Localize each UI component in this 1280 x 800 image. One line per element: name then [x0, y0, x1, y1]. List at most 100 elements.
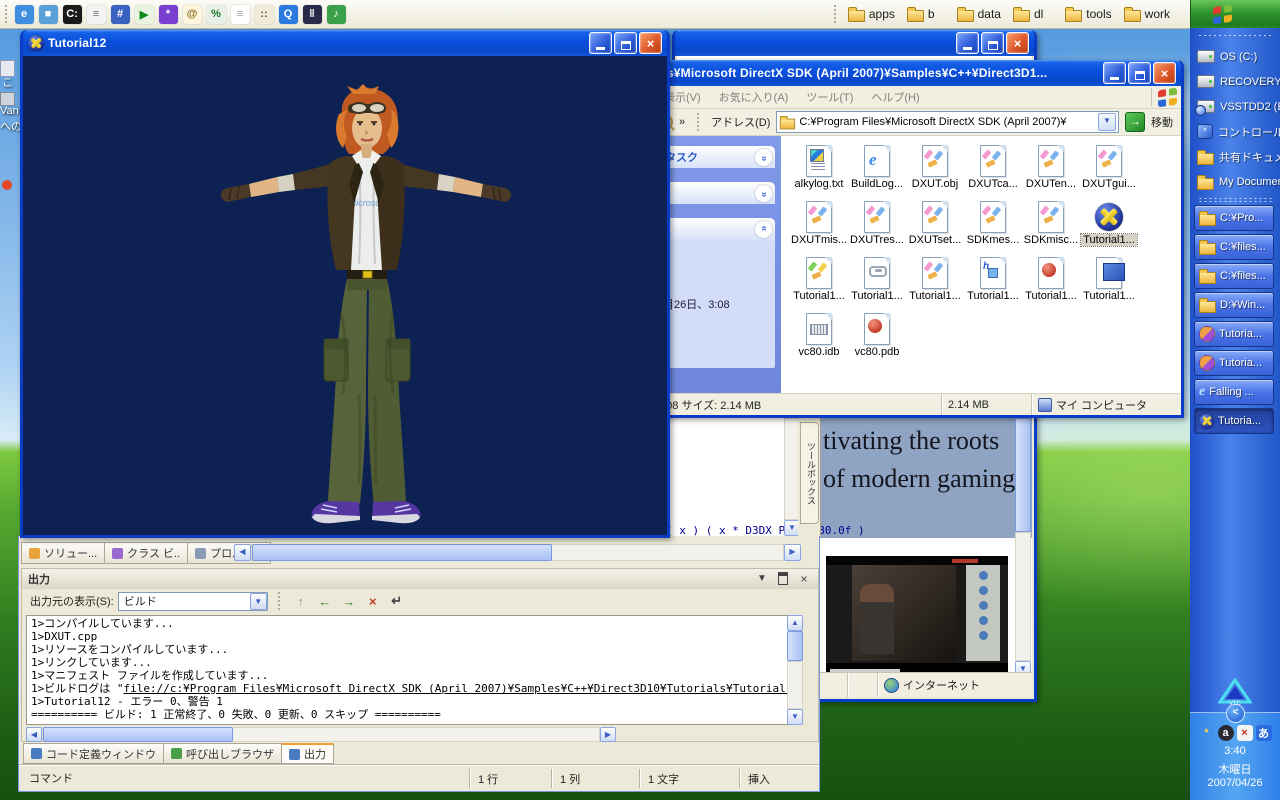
- scrollbar-thumb[interactable]: [1015, 418, 1031, 532]
- folder-shortcut-tools[interactable]: tools: [1065, 6, 1111, 22]
- command-prompt-icon[interactable]: C:: [63, 5, 82, 24]
- scroll-up-button[interactable]: ▲: [787, 615, 803, 631]
- expand-chevron-icon[interactable]: »: [755, 221, 772, 238]
- close-panel-icon[interactable]: ×: [796, 572, 812, 586]
- file-item[interactable]: DXUTen...: [1023, 144, 1079, 200]
- scroll-left-button[interactable]: ◀: [26, 727, 42, 742]
- output-panel-header[interactable]: 出力 ▼ ×: [22, 569, 818, 589]
- taskbar-gripper[interactable]: [1198, 33, 1272, 38]
- tasks-section-header[interactable]: タスク »: [657, 146, 775, 168]
- address-dropdown-icon[interactable]: ▼: [1098, 113, 1116, 131]
- menu-item[interactable]: ツール(T): [806, 89, 853, 105]
- file-item[interactable]: SDKmisc...: [1023, 200, 1079, 256]
- build-log-link[interactable]: file://c:¥Program Files¥Microsoft Direct…: [124, 682, 803, 695]
- browser-maximize-button[interactable]: [981, 32, 1004, 54]
- file-item[interactable]: DXUTmis...: [791, 200, 847, 256]
- tutorial12-maximize-button[interactable]: [614, 32, 637, 54]
- mail-compose-icon[interactable]: @: [183, 5, 202, 24]
- file-item[interactable]: DXUTres...: [849, 200, 905, 256]
- taskbar-shortcut[interactable]: VSSTDD2 (E: [1190, 94, 1280, 119]
- document-icon[interactable]: ≡: [231, 5, 250, 24]
- installer-icon[interactable]: ::: [255, 5, 274, 24]
- browser-titlebar[interactable]: ×: [675, 30, 1034, 56]
- quicktime-icon[interactable]: Q: [279, 5, 298, 24]
- go-button[interactable]: →: [1125, 112, 1145, 132]
- clear-all-icon[interactable]: ×: [362, 591, 384, 612]
- task-grid-icon[interactable]: #: [111, 5, 130, 24]
- vtc-tray-icon[interactable]: VTC: [1218, 678, 1252, 706]
- task-button[interactable]: Tutoria...: [1194, 408, 1274, 434]
- scrollbar-thumb[interactable]: [252, 544, 552, 561]
- taskbar-shortcut[interactable]: 共有ドキュメン: [1190, 144, 1280, 169]
- taskbar-shortcut[interactable]: My Documen: [1190, 169, 1280, 194]
- output-horizontal-scrollbar[interactable]: ◀ ▶: [26, 727, 616, 742]
- window-position-icon[interactable]: ▼: [754, 572, 770, 586]
- output-vertical-scrollbar[interactable]: ▲ ▼: [787, 615, 804, 725]
- task-button[interactable]: Tutoria...: [1194, 321, 1274, 347]
- bottom-tab-1[interactable]: コード定義ウィンドウ: [23, 743, 163, 764]
- file-item[interactable]: vc80.idb: [791, 312, 847, 368]
- file-item[interactable]: SDKmes...: [965, 200, 1021, 256]
- hide-tray-icons-chevron[interactable]: <: [1226, 704, 1245, 723]
- auto-hide-pin-icon[interactable]: [775, 572, 791, 586]
- browser-scrollbar[interactable]: ▼: [1015, 418, 1032, 673]
- folder-shortcut-dl[interactable]: dl: [1013, 6, 1043, 22]
- output-text-area[interactable]: 1>コンパイルしています...1>DXUT.cpp1>リソースをコンパイルしてい…: [26, 615, 802, 725]
- panel-tab[interactable]: クラス ビ..: [104, 542, 187, 564]
- scroll-right-button[interactable]: ▶: [600, 727, 616, 742]
- taskbar-shortcut[interactable]: RECOVERY: [1190, 69, 1280, 94]
- panel-tab[interactable]: ソリュー...: [21, 542, 104, 564]
- file-item[interactable]: vc80.pdb: [849, 312, 905, 368]
- ime-kana-tray-icon[interactable]: あ: [1256, 725, 1272, 741]
- explorer-maximize-button[interactable]: [1128, 62, 1151, 84]
- task-button[interactable]: C:¥Pro...: [1194, 205, 1274, 231]
- a-logo-tray-icon[interactable]: a: [1218, 725, 1234, 741]
- folder-shortcut-b[interactable]: b: [907, 6, 935, 22]
- taskbar-shortcut[interactable]: OS (C:): [1190, 44, 1280, 69]
- toggle-word-wrap-icon[interactable]: ↵: [386, 591, 408, 612]
- pinwheel-icon[interactable]: *: [159, 5, 178, 24]
- task-button[interactable]: C:¥files...: [1194, 263, 1274, 289]
- tasks-section-header[interactable]: »: [657, 182, 775, 204]
- desktop-icon-partial[interactable]: [0, 92, 15, 106]
- folder-shortcut-work[interactable]: work: [1124, 6, 1170, 22]
- explorer-minimize-button[interactable]: [1103, 62, 1126, 84]
- direct3d-viewport[interactable]: Microsoft: [23, 56, 667, 535]
- tutorial12-minimize-button[interactable]: [589, 32, 612, 54]
- file-item[interactable]: Tutorial1...: [791, 256, 847, 312]
- task-button[interactable]: C:¥files...: [1194, 234, 1274, 260]
- file-item[interactable]: Tutorial1...: [1081, 256, 1137, 312]
- bottom-tab-3[interactable]: 出力: [281, 743, 334, 764]
- bottom-tab-2[interactable]: 呼び出しブラウザ: [163, 743, 281, 764]
- file-item[interactable]: eBuildLog...: [849, 144, 905, 200]
- browser-minimize-button[interactable]: [956, 32, 979, 54]
- file-item[interactable]: DXUTset...: [907, 200, 963, 256]
- folder-shortcut-apps[interactable]: apps: [848, 6, 895, 22]
- toolbar-overflow-chevron[interactable]: »: [679, 116, 685, 128]
- explorer-titlebar[interactable]: es¥Microsoft DirectX SDK (April 2007)¥Sa…: [651, 60, 1181, 86]
- explorer-close-button[interactable]: ×: [1153, 62, 1176, 84]
- menu-item[interactable]: お気に入り(A): [719, 89, 789, 105]
- tutorial12-titlebar[interactable]: Tutorial12 ×: [23, 30, 667, 56]
- ftp-icon[interactable]: ▶: [135, 5, 154, 24]
- taskbar-shortcut[interactable]: *コントロール パ: [1190, 119, 1280, 144]
- task-button[interactable]: Tutoria...: [1194, 350, 1274, 376]
- folder-shortcut-data[interactable]: data: [957, 6, 1001, 22]
- filmstrip-icon[interactable]: ‖: [303, 5, 322, 24]
- go-to-message-icon[interactable]: ↑: [290, 591, 312, 612]
- scrollbar-thumb[interactable]: [43, 727, 233, 742]
- media-file-icon[interactable]: ♪: [327, 5, 346, 24]
- window-switcher-icon[interactable]: ■: [39, 5, 58, 24]
- page-video-thumbnail[interactable]: [826, 556, 1008, 673]
- scroll-right-button[interactable]: ▶: [784, 544, 801, 561]
- tutorial12-close-button[interactable]: ×: [639, 32, 662, 54]
- file-item[interactable]: Tutorial1...: [907, 256, 963, 312]
- task-button[interactable]: D:¥Win...: [1194, 292, 1274, 318]
- file-item[interactable]: Tutorial1...: [1081, 200, 1137, 256]
- toolbox-tab[interactable]: ツールボックス: [800, 422, 819, 524]
- next-message-icon[interactable]: →: [338, 591, 360, 612]
- colorful-app-tray-icon[interactable]: *: [1199, 725, 1215, 741]
- scrollbar-thumb[interactable]: [787, 631, 803, 661]
- editor-horizontal-scrollbar[interactable]: ◀ ▶: [234, 544, 801, 562]
- ie-icon[interactable]: e: [15, 5, 34, 24]
